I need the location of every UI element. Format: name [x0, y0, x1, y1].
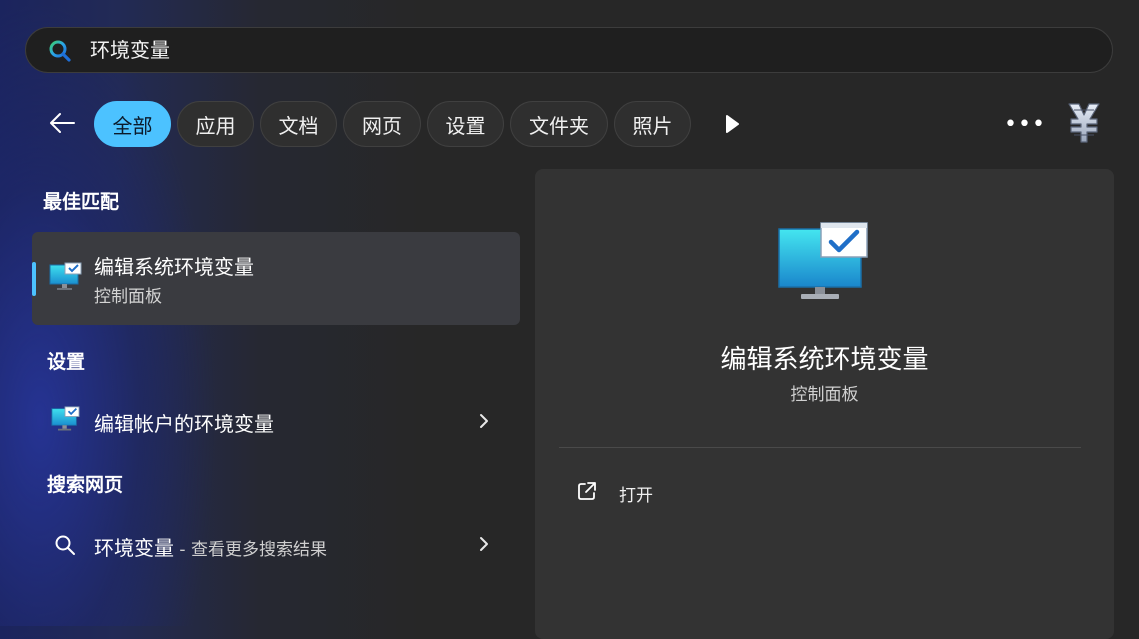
tab-all[interactable]: 全部: [94, 101, 171, 147]
web-search-label: 环境变量 - 查看更多搜索结果: [94, 532, 327, 561]
search-icon: [49, 40, 71, 62]
arrow-left-icon: [50, 113, 75, 133]
back-button[interactable]: [44, 105, 80, 141]
tab-folders[interactable]: 文件夹: [510, 101, 608, 147]
tab-settings[interactable]: 设置: [427, 101, 504, 147]
divider: [559, 447, 1081, 448]
chevron-right-icon: [480, 414, 488, 428]
open-external-icon: [578, 482, 596, 500]
settings-heading: 设置: [47, 351, 86, 373]
search-input[interactable]: 环境变量: [90, 36, 170, 64]
selection-indicator: [32, 262, 36, 296]
chevron-right-icon: [480, 537, 488, 551]
tab-web[interactable]: 网页: [343, 101, 421, 147]
more-options-button[interactable]: •••: [1004, 110, 1045, 138]
search-bar[interactable]: [25, 27, 1113, 73]
env-vars-large-icon: [778, 222, 868, 299]
env-vars-app-icon: [49, 262, 82, 290]
settings-item-label: 编辑帐户的环境变量: [94, 412, 274, 436]
best-match-heading: 最佳匹配: [43, 191, 120, 213]
open-action-label: 打开: [619, 486, 653, 506]
search-icon: [55, 535, 75, 555]
best-match-subtitle: 控制面板: [94, 287, 162, 307]
detail-subtitle: 控制面板: [790, 385, 859, 405]
tab-photos[interactable]: 照片: [614, 101, 691, 147]
play-icon[interactable]: [720, 112, 744, 136]
web-search-suffix: - 查看更多搜索结果: [174, 540, 327, 560]
tab-documents[interactable]: 文档: [260, 101, 337, 147]
tab-apps[interactable]: 应用: [177, 101, 254, 147]
detail-title: 编辑系统环境变量: [720, 345, 929, 375]
web-search-query: 环境变量: [94, 536, 174, 560]
yen-avatar-icon[interactable]: [1066, 101, 1102, 145]
web-search-heading: 搜索网页: [47, 474, 124, 496]
env-vars-settings-icon: [51, 406, 80, 431]
best-match-title: 编辑系统环境变量: [94, 255, 254, 279]
